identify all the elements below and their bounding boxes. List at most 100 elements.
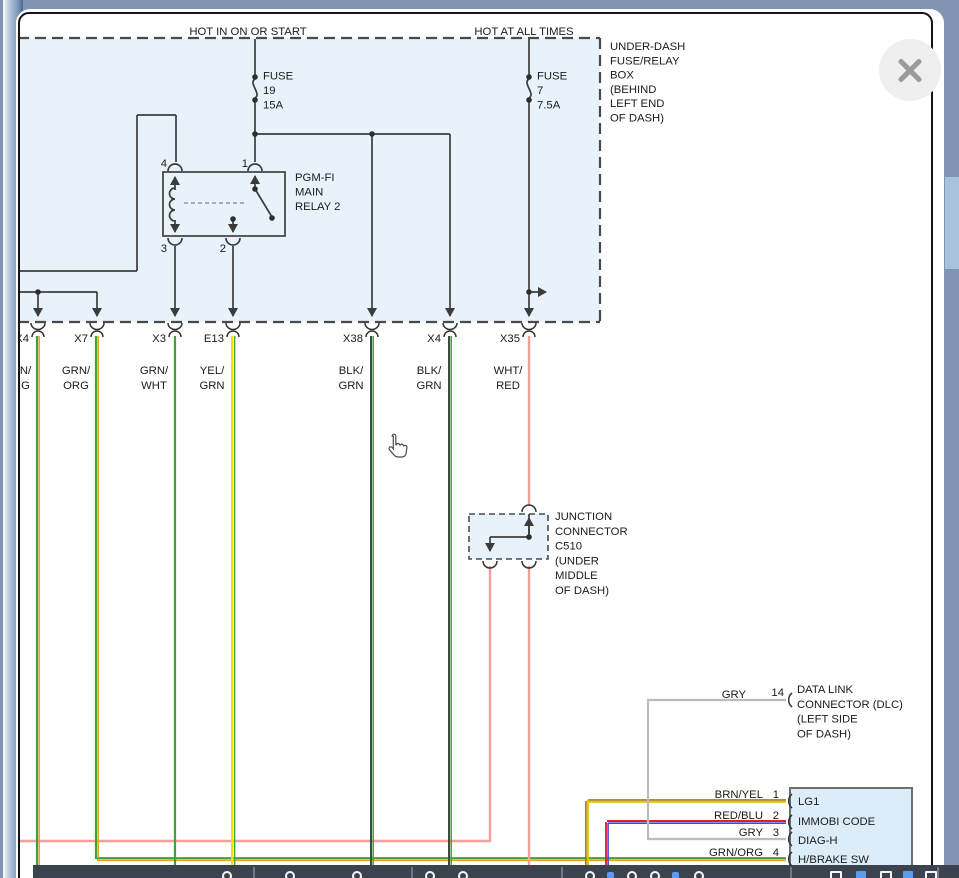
svg-text:2: 2	[220, 243, 226, 255]
svg-text:OF DASH): OF DASH)	[797, 728, 851, 740]
diagram-modal: HOT IN ON OR START HOT AT ALL TIMES UNDE…	[16, 9, 944, 878]
inline-connector-symbols	[31, 323, 536, 337]
svg-text:4: 4	[773, 847, 779, 859]
junction-connector-c510: JUNCTION CONNECTOR C510 (UNDER MIDDLE OF…	[469, 505, 628, 597]
svg-text:GRN/: GRN/	[62, 365, 91, 377]
svg-text:E13: E13	[204, 333, 224, 345]
window-icon[interactable]	[880, 871, 892, 878]
bars-icon[interactable]	[650, 871, 660, 878]
window-icon[interactable]	[903, 871, 913, 878]
circle-icon[interactable]	[458, 871, 468, 878]
info-icon[interactable]	[607, 872, 614, 878]
svg-text:X35: X35	[500, 333, 520, 345]
close-button[interactable]	[879, 39, 941, 101]
wiring-diagram-canvas[interactable]: HOT IN ON OR START HOT AT ALL TIMES UNDE…	[18, 12, 933, 878]
taskbar-divider	[937, 867, 939, 878]
svg-text:WHT/: WHT/	[494, 365, 524, 377]
svg-text:BLK/: BLK/	[339, 365, 364, 377]
svg-text:JUNCTION: JUNCTION	[555, 511, 612, 523]
svg-text:DATA LINK: DATA LINK	[797, 684, 854, 696]
svg-text:WHT: WHT	[141, 380, 167, 392]
share-icon[interactable]	[694, 871, 704, 878]
circle-icon[interactable]	[285, 871, 295, 878]
svg-text:3: 3	[161, 243, 167, 255]
circle-icon[interactable]	[627, 871, 637, 878]
svg-text:(UNDER: (UNDER	[555, 555, 599, 567]
svg-text:(BEHIND: (BEHIND	[610, 84, 656, 96]
svg-text:GRN: GRN	[199, 380, 224, 392]
umlaut-icon[interactable]	[425, 871, 435, 878]
svg-text:GRN: GRN	[338, 380, 363, 392]
svg-text:1: 1	[773, 789, 779, 801]
taskbar	[33, 865, 959, 878]
circle-icon[interactable]	[222, 871, 232, 878]
circle-icon[interactable]	[352, 871, 362, 878]
svg-text:X4: X4	[427, 333, 441, 345]
immobilizer-unit: BRN/YEL 1 RED/BLU 2 GRY 3 GRN/ORG 4 LG1 …	[709, 788, 912, 872]
svg-text:FUSE: FUSE	[537, 71, 568, 83]
svg-text:RED: RED	[496, 380, 520, 392]
svg-text:7: 7	[537, 85, 543, 97]
svg-text:X7: X7	[74, 333, 88, 345]
svg-text:GRY: GRY	[722, 689, 747, 701]
window-icon[interactable]	[830, 871, 842, 878]
svg-text:BRN/YEL: BRN/YEL	[715, 789, 763, 801]
svg-text:ORG: ORG	[18, 380, 30, 392]
svg-text:CONNECTOR: CONNECTOR	[555, 526, 628, 538]
taskbar-divider	[253, 867, 255, 878]
svg-text:LEFT END: LEFT END	[610, 98, 664, 110]
window-icon[interactable]	[856, 871, 866, 878]
svg-text:14: 14	[771, 687, 784, 699]
svg-text:DIAG-H: DIAG-H	[798, 835, 838, 847]
svg-text:CONNECTOR (DLC): CONNECTOR (DLC)	[797, 699, 903, 711]
wire-color-labels: GRN/ORG GRN/ORG GRN/WHT YEL/GRN BLK/GRN …	[18, 365, 523, 392]
data-link-connector: GRY 14 DATA LINK CONNECTOR (DLC) (LEFT S…	[722, 684, 903, 740]
hot-in-on-label: HOT IN ON OR START	[189, 26, 306, 38]
svg-text:OF DASH): OF DASH)	[555, 585, 609, 597]
svg-text:GRN: GRN	[416, 380, 441, 392]
taskbar-divider	[790, 867, 792, 878]
svg-text:FUSE: FUSE	[263, 71, 294, 83]
pgm-fi-relay-box	[163, 172, 285, 236]
vertical-wires	[37, 336, 608, 866]
svg-text:UNDER-DASH: UNDER-DASH	[610, 41, 685, 53]
scrollbar-hint[interactable]	[945, 177, 959, 269]
svg-text:OF DASH): OF DASH)	[610, 113, 664, 125]
svg-text:MAIN: MAIN	[295, 187, 323, 199]
svg-text:MIDDLE: MIDDLE	[555, 570, 598, 582]
svg-text:YEL/: YEL/	[200, 365, 225, 377]
svg-text:C510: C510	[555, 541, 582, 553]
taskbar-divider	[411, 867, 413, 878]
svg-text:15A: 15A	[263, 100, 284, 112]
circle-icon[interactable]	[585, 871, 595, 878]
svg-text:FUSE/RELAY: FUSE/RELAY	[610, 55, 680, 67]
horizontal-wires	[18, 700, 786, 860]
svg-text:4: 4	[161, 158, 167, 170]
svg-text:RELAY 2: RELAY 2	[295, 201, 340, 213]
svg-text:2: 2	[773, 810, 779, 822]
svg-text:1: 1	[242, 158, 248, 170]
window-icon[interactable]	[925, 871, 937, 878]
fusebox-note: UNDER-DASH FUSE/RELAY BOX (BEHIND LEFT E…	[610, 41, 685, 125]
info-icon[interactable]	[672, 872, 679, 878]
svg-text:X3: X3	[152, 333, 166, 345]
svg-text:(LEFT SIDE: (LEFT SIDE	[797, 714, 858, 726]
svg-text:GRN/ORG: GRN/ORG	[709, 847, 763, 859]
svg-text:X4: X4	[18, 333, 29, 345]
svg-text:LG1: LG1	[798, 796, 819, 808]
svg-text:3: 3	[773, 827, 779, 839]
screen: HOT IN ON OR START HOT AT ALL TIMES UNDE…	[0, 0, 959, 878]
svg-text:GRY: GRY	[739, 827, 764, 839]
svg-text:BLK/: BLK/	[417, 365, 442, 377]
svg-text:ORG: ORG	[63, 380, 89, 392]
svg-text:X38: X38	[343, 333, 363, 345]
svg-text:19: 19	[263, 85, 276, 97]
hot-at-all-times-label: HOT AT ALL TIMES	[474, 26, 574, 38]
svg-text:BOX: BOX	[610, 70, 634, 82]
svg-text:7.5A: 7.5A	[537, 100, 561, 112]
svg-text:IMMOBI CODE: IMMOBI CODE	[798, 816, 876, 828]
svg-text:GRN/: GRN/	[18, 365, 32, 377]
svg-text:RED/BLU: RED/BLU	[714, 810, 763, 822]
svg-text:PGM-FI: PGM-FI	[295, 172, 335, 184]
svg-text:GRN/: GRN/	[140, 365, 169, 377]
